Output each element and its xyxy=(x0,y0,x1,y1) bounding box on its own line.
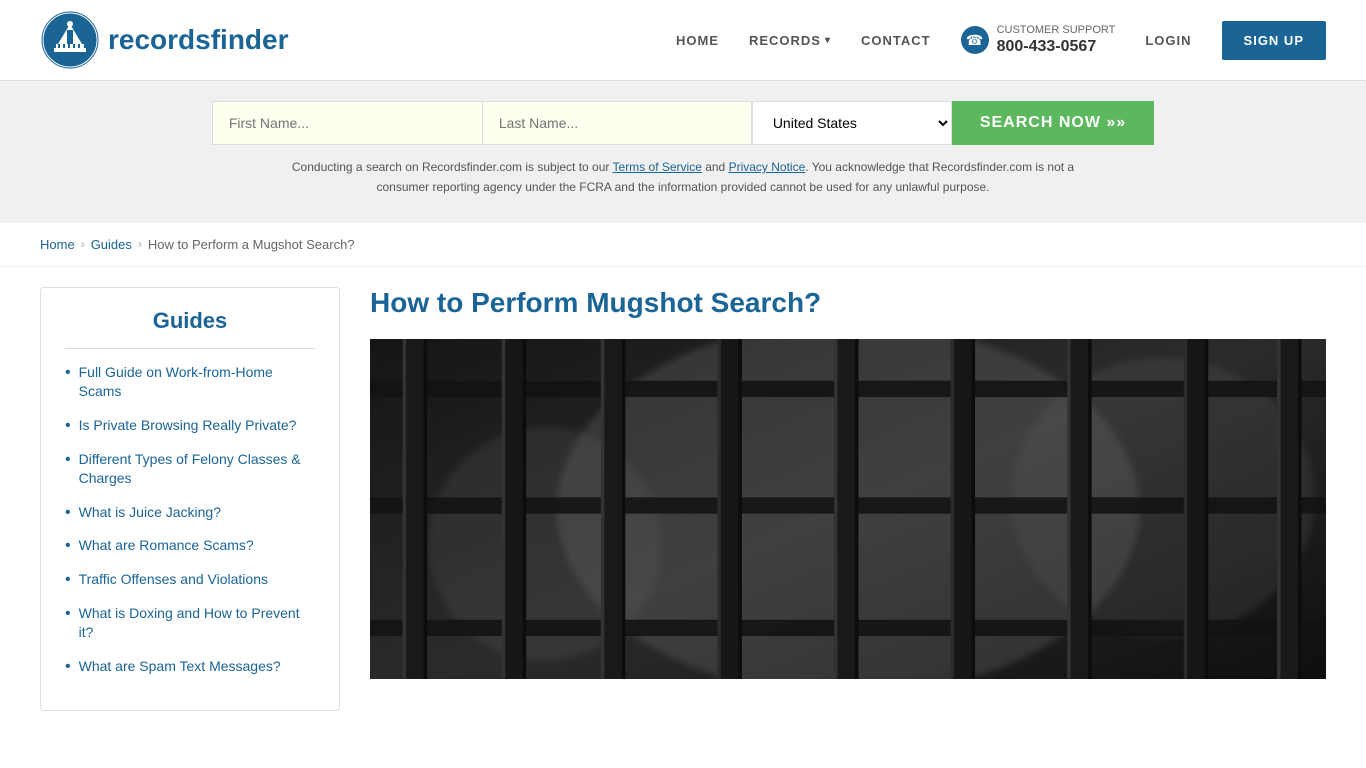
bullet-icon: • xyxy=(65,364,71,382)
main-nav: HOME RECORDS ▾ CONTACT ☎ CUSTOMER SUPPOR… xyxy=(676,21,1326,60)
search-disclaimer: Conducting a search on Recordsfinder.com… xyxy=(273,157,1093,198)
privacy-link[interactable]: Privacy Notice xyxy=(729,160,806,174)
sidebar-link-private-browsing[interactable]: Is Private Browsing Really Private? xyxy=(79,416,297,436)
support-label: CUSTOMER SUPPORT xyxy=(997,24,1116,37)
logo-area[interactable]: recordsfinder xyxy=(40,10,289,70)
site-header: recordsfinder HOME RECORDS ▾ CONTACT ☎ C… xyxy=(0,0,1366,81)
list-item: • Full Guide on Work-from-Home Scams xyxy=(65,363,315,402)
sidebar-link-doxing[interactable]: What is Doxing and How to Prevent it? xyxy=(79,604,315,643)
breadcrumb-guides[interactable]: Guides xyxy=(91,237,132,252)
nav-home[interactable]: HOME xyxy=(676,33,719,48)
breadcrumb-sep-2: › xyxy=(138,237,142,251)
main-content: Guides • Full Guide on Work-from-Home Sc… xyxy=(0,267,1366,732)
last-name-input[interactable] xyxy=(482,101,752,145)
first-name-input[interactable] xyxy=(212,101,482,145)
list-item: • Traffic Offenses and Violations xyxy=(65,570,315,590)
login-button[interactable]: LOGIN xyxy=(1145,33,1191,48)
nav-contact[interactable]: CONTACT xyxy=(861,33,931,48)
bullet-icon: • xyxy=(65,605,71,623)
search-bar: United States SEARCH NOW »» xyxy=(40,101,1326,145)
sidebar-link-work-scams[interactable]: Full Guide on Work-from-Home Scams xyxy=(79,363,315,402)
support-area: ☎ CUSTOMER SUPPORT 800-433-0567 xyxy=(961,24,1116,55)
list-item: • What is Doxing and How to Prevent it? xyxy=(65,604,315,643)
breadcrumb: Home › Guides › How to Perform a Mugshot… xyxy=(0,223,1366,267)
bullet-icon: • xyxy=(65,451,71,469)
search-button[interactable]: SEARCH NOW »» xyxy=(952,101,1154,145)
support-phone[interactable]: 800-433-0567 xyxy=(997,38,1116,56)
sidebar-list: • Full Guide on Work-from-Home Scams • I… xyxy=(65,363,315,677)
list-item: • Is Private Browsing Really Private? xyxy=(65,416,315,436)
article-hero-image xyxy=(370,339,1326,679)
list-item: • What are Romance Scams? xyxy=(65,536,315,556)
bullet-icon: • xyxy=(65,537,71,555)
tos-link[interactable]: Terms of Service xyxy=(613,160,702,174)
bullet-icon: • xyxy=(65,571,71,589)
sidebar-link-felony[interactable]: Different Types of Felony Classes & Char… xyxy=(79,450,315,489)
breadcrumb-sep-1: › xyxy=(81,237,85,251)
signup-button[interactable]: SIGN UP xyxy=(1222,21,1326,60)
guides-sidebar: Guides • Full Guide on Work-from-Home Sc… xyxy=(40,287,340,712)
article-title: How to Perform Mugshot Search? xyxy=(370,287,1326,319)
logo-icon xyxy=(40,10,100,70)
bullet-icon: • xyxy=(65,658,71,676)
prison-bars-svg xyxy=(370,339,1326,679)
bullet-icon: • xyxy=(65,504,71,522)
list-item: • What are Spam Text Messages? xyxy=(65,657,315,677)
country-select[interactable]: United States xyxy=(752,101,952,145)
bullet-icon: • xyxy=(65,417,71,435)
list-item: • What is Juice Jacking? xyxy=(65,503,315,523)
article: How to Perform Mugshot Search? xyxy=(370,287,1326,712)
sidebar-link-spam[interactable]: What are Spam Text Messages? xyxy=(79,657,281,677)
chevron-down-icon: ▾ xyxy=(825,35,831,46)
breadcrumb-home[interactable]: Home xyxy=(40,237,75,252)
sidebar-link-juice-jacking[interactable]: What is Juice Jacking? xyxy=(79,503,221,523)
breadcrumb-current: How to Perform a Mugshot Search? xyxy=(148,237,355,252)
sidebar-link-traffic[interactable]: Traffic Offenses and Violations xyxy=(79,570,268,590)
logo-text: recordsfinder xyxy=(108,24,289,56)
phone-icon: ☎ xyxy=(961,26,989,54)
nav-records[interactable]: RECORDS ▾ xyxy=(749,33,831,48)
sidebar-link-romance-scams[interactable]: What are Romance Scams? xyxy=(79,536,254,556)
sidebar-title: Guides xyxy=(65,308,315,349)
search-section: United States SEARCH NOW »» Conducting a… xyxy=(0,81,1366,223)
list-item: • Different Types of Felony Classes & Ch… xyxy=(65,450,315,489)
